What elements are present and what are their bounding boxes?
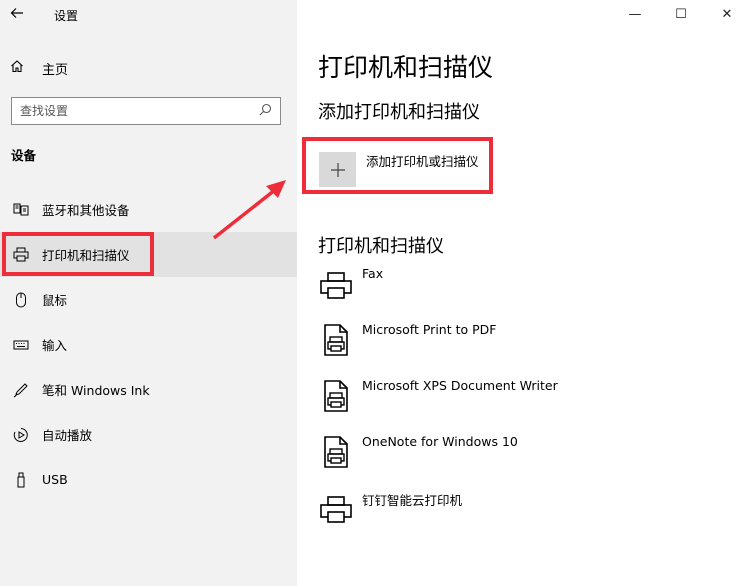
printer-name: OneNote for Windows 10 [362,434,518,449]
sidebar-home[interactable]: 主页 [10,56,290,80]
sidebar-item-label: 笔和 Windows Ink [42,383,150,398]
back-arrow-icon[interactable] [10,5,30,25]
app-title: 设置 [54,9,79,23]
usb-icon [10,470,32,490]
document-printer-icon [318,434,354,470]
pen-icon [10,380,32,400]
printer-name: 钉钉智能云打印机 [362,493,463,508]
printer-icon [318,266,354,302]
minimize-button[interactable]: — [612,0,658,28]
keyboard-icon [10,335,32,355]
printer-item-onenote[interactable]: OneNote for Windows 10 [318,434,518,470]
printer-item-pdf[interactable]: Microsoft Print to PDF [318,322,496,358]
printer-item-fax[interactable]: Fax [318,266,383,302]
document-printer-icon [318,378,354,414]
sidebar: 设置 主页 设备 蓝牙和其他设备 打印机和扫描仪 鼠标 输入 [0,0,297,586]
sidebar-item-label: 鼠标 [42,293,68,308]
search-input[interactable] [20,104,256,118]
autoplay-icon [10,425,32,445]
sidebar-item-label: 输入 [42,338,68,353]
document-printer-icon [318,322,354,358]
home-label: 主页 [42,62,69,78]
sidebar-item-autoplay[interactable]: 自动播放 [0,412,297,457]
add-printer-button[interactable]: 添加打印机或扫描仪 [319,152,479,187]
printer-item-dingtalk[interactable]: 钉钉智能云打印机 [318,490,462,526]
sidebar-item-input[interactable]: 输入 [0,322,297,367]
sidebar-item-usb[interactable]: USB [0,457,297,502]
sidebar-item-label: 自动播放 [42,428,93,443]
search-icon[interactable] [256,103,272,120]
printer-name: Microsoft XPS Document Writer [362,378,558,393]
sidebar-item-pen[interactable]: 笔和 Windows Ink [0,367,297,412]
mouse-icon [10,290,32,310]
annotation-arrow-icon [212,180,286,240]
add-printer-label: 添加打印机或扫描仪 [366,154,479,169]
printer-name: Fax [362,266,384,281]
sidebar-item-mouse[interactable]: 鼠标 [0,277,297,322]
page-title: 打印机和扫描仪 [318,53,494,82]
maximize-button[interactable]: ☐ [658,0,704,28]
printer-list-title: 打印机和扫描仪 [318,236,444,257]
highlight-box-sidebar [2,232,154,276]
search-box[interactable] [11,97,281,125]
sidebar-item-label: USB [42,472,68,487]
section-label-devices: 设备 [11,148,37,163]
close-button[interactable]: ✕ [704,0,750,28]
printer-icon [318,490,354,526]
plus-icon [319,152,356,187]
bluetooth-devices-icon [10,200,32,220]
printer-item-xps[interactable]: Microsoft XPS Document Writer [318,378,558,414]
printer-name: Microsoft Print to PDF [362,322,497,337]
home-icon [10,59,30,77]
sidebar-item-label: 蓝牙和其他设备 [42,203,130,218]
add-section-title: 添加打印机和扫描仪 [318,102,480,123]
window-controls: — ☐ ✕ [612,0,750,28]
